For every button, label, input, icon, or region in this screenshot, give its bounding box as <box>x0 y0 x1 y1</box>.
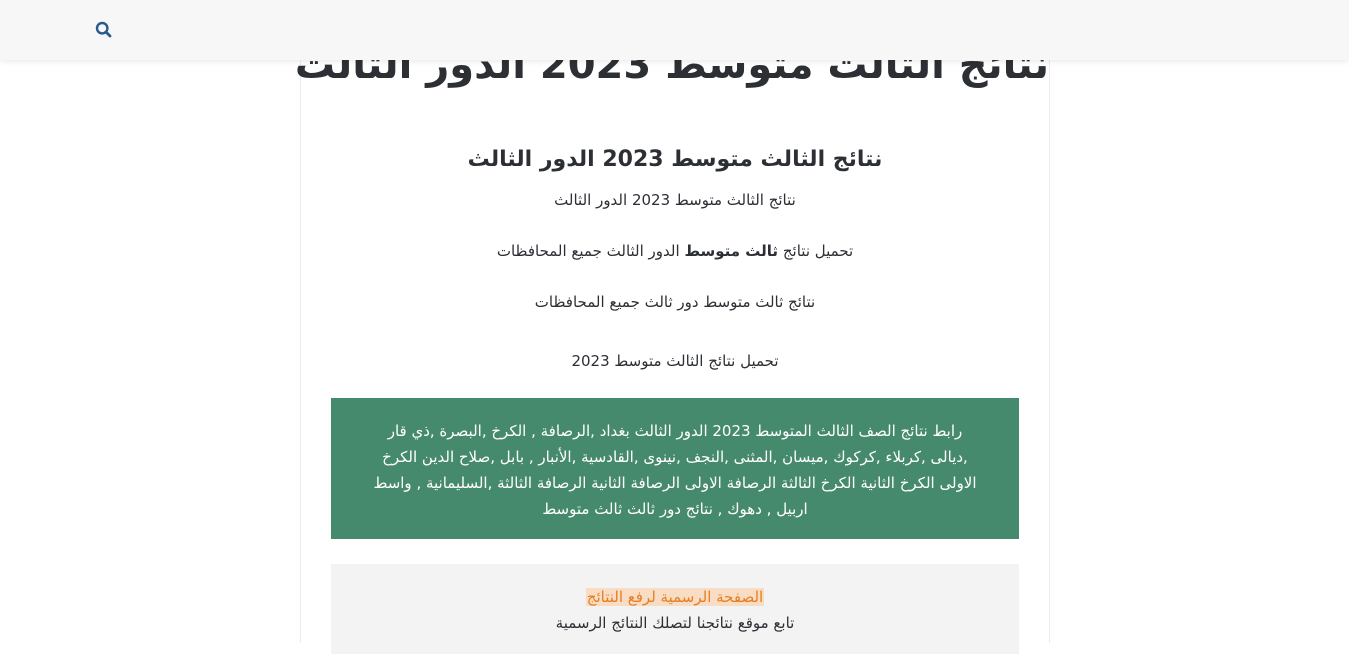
post-heading: نتائج الثالث متوسط 2023 الدور الثالث <box>467 147 883 172</box>
top-navigation-bar <box>0 0 1349 60</box>
results-link-box: رابط نتائج الصف الثالث المتوسط 2023 الدو… <box>331 398 1019 539</box>
paragraph-download-results: تحميل نتائج ثالث متوسط الدور الثالث جميع… <box>301 239 1049 263</box>
paragraph-download-end: الدور الثالث جميع المحافظات <box>496 242 680 260</box>
paragraph-download-start: تحميل نتائج <box>782 242 854 260</box>
paragraph-results-title: نتائج الثالث متوسط 2023 الدور الثالث <box>554 191 796 209</box>
official-page-notice: الصفحة الرسمية لرفع النتائج تابع موقع نت… <box>331 564 1019 654</box>
results-link-text: رابط نتائج الصف الثالث المتوسط 2023 الدو… <box>373 422 977 518</box>
paragraph-download-2023: تحميل نتائج الثالث متوسط 2023 <box>571 352 779 370</box>
paragraph-all-governorates: نتائج ثالث متوسط دور ثالث جميع المحافظات <box>534 293 816 311</box>
official-page-link[interactable]: الصفحة الرسمية لرفع النتائج <box>585 588 765 606</box>
search-icon[interactable] <box>94 20 114 40</box>
notice-subtext: تابع موقع نتائجنا لتصلك النتائج الرسمية <box>555 614 795 632</box>
paragraph-download-bold: ثالث متوسط <box>684 242 779 260</box>
article-container: نتائج الثالث متوسط 2023 الدور الثالث نتا… <box>295 0 1050 654</box>
